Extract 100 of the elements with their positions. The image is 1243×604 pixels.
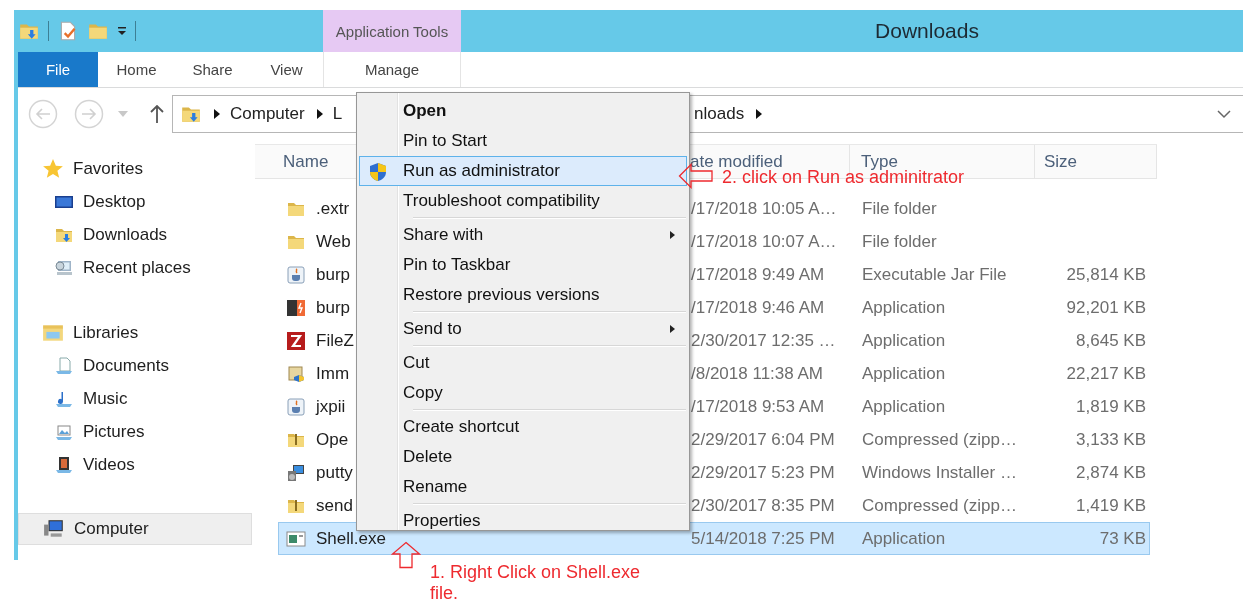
breadcrumb-item[interactable]: L	[332, 104, 343, 124]
file-name[interactable]: send	[316, 495, 353, 516]
ribbon-tab[interactable]: File	[18, 52, 98, 87]
sidebar-item[interactable]: Videos	[18, 448, 255, 481]
date-cell: /17/2018 10:05 A…	[691, 198, 837, 218]
size-cell: 73 KB	[1099, 528, 1146, 548]
date-cell: /17/2018 9:49 AM	[691, 264, 825, 284]
size-cell: 25,814 KB	[1066, 264, 1146, 284]
column-header[interactable]: Size	[1044, 151, 1078, 172]
date-cell: 5/14/2018 7:25 PM	[691, 528, 835, 548]
installer-icon	[286, 462, 306, 483]
file-name[interactable]: putty	[316, 462, 353, 483]
up-arrow-icon[interactable]	[150, 105, 164, 123]
program-icon	[286, 330, 306, 351]
sidebar-item[interactable]: Pictures	[18, 415, 255, 448]
type-cell: Application	[862, 330, 946, 350]
ribbon-tab[interactable]: Share	[175, 52, 250, 87]
menu-item[interactable]: Delete	[357, 442, 689, 472]
ribbon-tab[interactable]: Manage	[323, 52, 461, 87]
sidebar-item[interactable]: Downloads	[18, 218, 255, 251]
sidebar-group[interactable]: Libraries	[18, 316, 255, 349]
file-name[interactable]: Web	[316, 231, 351, 252]
date-cell: /17/2018 9:46 AM	[691, 297, 825, 317]
size-cell: 22,217 KB	[1066, 363, 1146, 383]
sidebar-item-label: Music	[83, 388, 128, 409]
type-cell: File folder	[862, 198, 937, 218]
type-cell: Application	[862, 363, 946, 383]
file-name[interactable]: FileZ	[316, 330, 354, 351]
sidebar-item[interactable]: Documents	[18, 349, 255, 382]
sidebar-group[interactable]: Computer	[18, 513, 252, 545]
sidebar-item-label: Recent places	[83, 257, 191, 278]
sidebar-item[interactable]: Recent places	[18, 251, 255, 284]
sidebar-group-label: Favorites	[73, 158, 143, 179]
computer-icon	[43, 518, 65, 540]
sidebar-item-label: Documents	[83, 355, 169, 376]
window-title: Downloads	[875, 19, 979, 42]
type-cell: Application	[862, 396, 946, 416]
breadcrumb-arrow-icon	[756, 109, 763, 119]
program-icon	[286, 363, 306, 384]
submenu-arrow-icon	[670, 231, 675, 239]
date-cell: 2/29/2017 6:04 PM	[691, 429, 835, 449]
program-icon	[286, 297, 306, 318]
date-cell: 2/30/2017 8:35 PM	[691, 495, 835, 515]
type-cell: Compressed (zipp…	[862, 429, 1017, 449]
sidebar-item-label: Desktop	[83, 191, 146, 212]
chevron-down-icon[interactable]	[1217, 109, 1231, 119]
coffee-cup-icon	[286, 396, 306, 417]
file-name[interactable]: .extr	[316, 198, 350, 219]
breadcrumb-arrow-icon	[316, 109, 323, 119]
size-cell: 92,201 KB	[1066, 297, 1146, 317]
date-cell: /17/2018 10:07 A…	[691, 231, 837, 251]
type-cell: Windows Installer …	[862, 462, 1017, 482]
file-name[interactable]: jxpii	[316, 396, 346, 417]
document-icon	[54, 355, 74, 376]
menu-item[interactable]: Share with	[357, 220, 689, 250]
menu-item[interactable]: Rename	[357, 472, 689, 502]
sidebar-item-label: Pictures	[83, 421, 145, 442]
sidebar-group-label: Libraries	[73, 322, 139, 343]
menu-item[interactable]: Copy	[357, 378, 689, 408]
menu-item[interactable]: Cut	[357, 348, 689, 378]
sidebar-item[interactable]: Music	[18, 382, 255, 415]
file-name[interactable]: Ope	[316, 429, 349, 450]
column-header[interactable]: Name	[283, 151, 329, 172]
type-cell: Executable Jar File	[862, 264, 1007, 284]
sidebar-group-label: Computer	[74, 519, 149, 539]
program-window-icon	[286, 528, 306, 549]
shield-icon	[368, 162, 388, 182]
breadcrumb-item[interactable]: nloads	[694, 104, 745, 124]
ribbon-tab[interactable]: View	[250, 52, 323, 87]
sidebar-item-label: Videos	[83, 454, 135, 475]
dropdown-icon[interactable]	[117, 26, 127, 36]
menu-item[interactable]: Run as administrator	[359, 156, 687, 186]
breadcrumb-arrow-icon	[214, 109, 220, 119]
sidebar-group[interactable]: Favorites	[18, 152, 255, 185]
menu-item[interactable]: Restore previous versions	[357, 280, 689, 310]
date-cell: /8/2018 11:38 AM	[691, 363, 823, 383]
menu-item[interactable]: Troubleshoot compatibility	[357, 186, 689, 216]
menu-item[interactable]: Open	[357, 96, 689, 126]
film-icon	[54, 454, 74, 475]
file-name[interactable]: burp	[316, 297, 351, 318]
file-name[interactable]: burp	[316, 264, 351, 285]
breadcrumb-item[interactable]: Computer	[230, 104, 305, 124]
size-cell: 1,819 KB	[1076, 396, 1146, 416]
date-cell: 2/30/2017 12:35 …	[691, 330, 836, 350]
arrow-icon	[391, 541, 421, 569]
type-cell: Application	[862, 297, 946, 317]
menu-item[interactable]: Create shortcut	[357, 412, 689, 442]
date-cell: /17/2018 9:53 AM	[691, 396, 825, 416]
contextual-tab-group: Application Tools	[323, 10, 461, 52]
submenu-arrow-icon	[670, 325, 675, 333]
type-cell: File folder	[862, 231, 937, 251]
sidebar-item-label: Downloads	[83, 224, 168, 245]
type-cell: Application	[862, 528, 946, 548]
annotation-text: 1. Right Click on Shell.exe file.	[430, 562, 642, 604]
sidebar-item[interactable]: Desktop	[18, 185, 255, 218]
ribbon-tab[interactable]: Home	[98, 52, 175, 87]
menu-item[interactable]: Send to	[357, 314, 689, 344]
file-name[interactable]: Imm	[316, 363, 350, 384]
menu-item[interactable]: Pin to Taskbar	[357, 250, 689, 280]
coffee-cup-icon	[286, 264, 306, 285]
